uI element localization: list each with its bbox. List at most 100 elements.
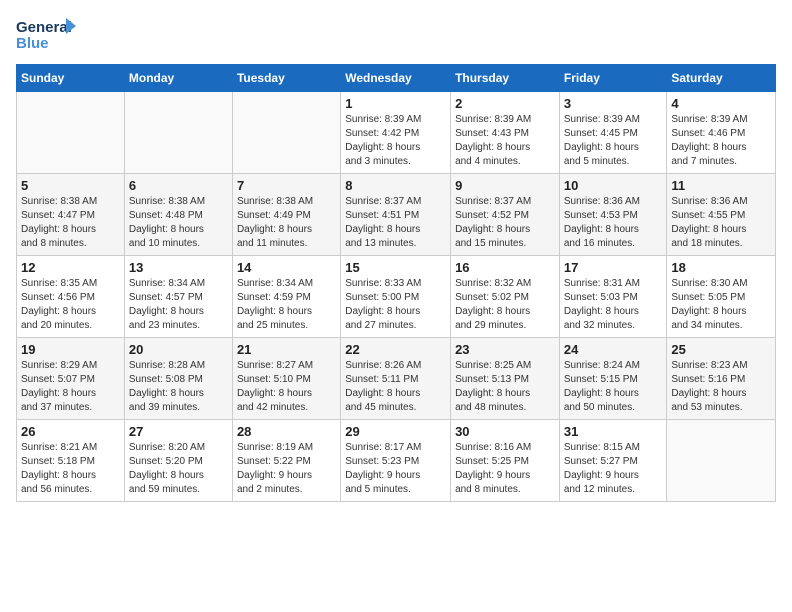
day-number: 18 (671, 260, 771, 275)
calendar-cell: 9Sunrise: 8:37 AM Sunset: 4:52 PM Daylig… (451, 174, 560, 256)
day-number: 23 (455, 342, 555, 357)
day-info: Sunrise: 8:39 AM Sunset: 4:42 PM Dayligh… (345, 113, 446, 169)
day-info: Sunrise: 8:21 AM Sunset: 5:18 PM Dayligh… (21, 441, 120, 497)
day-info: Sunrise: 8:35 AM Sunset: 4:56 PM Dayligh… (21, 277, 120, 333)
day-number: 31 (564, 424, 663, 439)
calendar-cell: 30 Sunrise: 8:16 AM Sunset: 5:25 PM Dayli… (451, 420, 560, 502)
calendar-cell: 2Sunrise: 8:39 AM Sunset: 4:43 PM Daylig… (451, 92, 560, 174)
day-number: 20 (129, 342, 228, 357)
calendar-cell: 8 Sunrise: 8:37 AM Sunset: 4:51 PM Daylig… (341, 174, 451, 256)
svg-text:Blue: Blue (16, 35, 49, 52)
svg-text:General: General (16, 19, 72, 36)
calendar-cell: 20 Sunrise: 8:28 AM Sunset: 5:08 PM Dayli… (124, 338, 232, 420)
day-info: Sunrise: 8:28 AM Sunset: 5:08 PM Dayligh… (129, 359, 228, 415)
weekday-header-monday: Monday (124, 65, 232, 92)
day-info: Sunrise: 8:24 AM Sunset: 5:15 PM Dayligh… (564, 359, 663, 415)
day-info: Sunrise: 8:27 AM Sunset: 5:10 PM Dayligh… (237, 359, 336, 415)
day-number: 8 (345, 178, 446, 193)
calendar-cell: 21 Sunrise: 8:27 AM Sunset: 5:10 PM Dayli… (232, 338, 340, 420)
day-number: 2 (455, 96, 555, 111)
day-info: Sunrise: 8:19 AM Sunset: 5:22 PM Dayligh… (237, 441, 336, 497)
day-number: 19 (21, 342, 120, 357)
calendar-table: SundayMondayTuesdayWednesdayThursdayFrid… (16, 64, 776, 502)
day-info: Sunrise: 8:29 AM Sunset: 5:07 PM Dayligh… (21, 359, 120, 415)
day-info: Sunrise: 8:38 AM Sunset: 4:47 PM Dayligh… (21, 195, 120, 251)
day-number: 9 (455, 178, 555, 193)
calendar-cell: 15Sunrise: 8:33 AM Sunset: 5:00 PM Dayli… (341, 256, 451, 338)
day-number: 16 (455, 260, 555, 275)
day-number: 28 (237, 424, 336, 439)
week-row-4: 19 Sunrise: 8:29 AM Sunset: 5:07 PM Dayli… (17, 338, 776, 420)
calendar-cell: 26Sunrise: 8:21 AM Sunset: 5:18 PM Dayli… (17, 420, 125, 502)
day-number: 22 (345, 342, 446, 357)
calendar-cell: 12 Sunrise: 8:35 AM Sunset: 4:56 PM Dayli… (17, 256, 125, 338)
calendar-header: SundayMondayTuesdayWednesdayThursdayFrid… (17, 65, 776, 92)
day-number: 12 (21, 260, 120, 275)
day-info: Sunrise: 8:16 AM Sunset: 5:25 PM Dayligh… (455, 441, 555, 497)
day-info: Sunrise: 8:30 AM Sunset: 5:05 PM Dayligh… (671, 277, 771, 333)
weekday-header-friday: Friday (559, 65, 667, 92)
calendar-cell (17, 92, 125, 174)
day-info: Sunrise: 8:34 AM Sunset: 4:57 PM Dayligh… (129, 277, 228, 333)
calendar-cell: 23 Sunrise: 8:25 AM Sunset: 5:13 PM Dayli… (451, 338, 560, 420)
calendar-cell: 6 Sunrise: 8:38 AM Sunset: 4:48 PM Daylig… (124, 174, 232, 256)
day-info: Sunrise: 8:34 AM Sunset: 4:59 PM Dayligh… (237, 277, 336, 333)
day-number: 4 (671, 96, 771, 111)
calendar-cell: 1Sunrise: 8:39 AM Sunset: 4:42 PM Daylig… (341, 92, 451, 174)
day-number: 3 (564, 96, 663, 111)
logo: GeneralBlue (16, 16, 76, 52)
day-info: Sunrise: 8:31 AM Sunset: 5:03 PM Dayligh… (564, 277, 663, 333)
calendar-body: 1Sunrise: 8:39 AM Sunset: 4:42 PM Daylig… (17, 92, 776, 502)
day-info: Sunrise: 8:36 AM Sunset: 4:55 PM Dayligh… (671, 195, 771, 251)
page-header: GeneralBlue (16, 16, 776, 52)
day-number: 6 (129, 178, 228, 193)
week-row-3: 12 Sunrise: 8:35 AM Sunset: 4:56 PM Dayli… (17, 256, 776, 338)
day-info: Sunrise: 8:20 AM Sunset: 5:20 PM Dayligh… (129, 441, 228, 497)
calendar-cell: 19 Sunrise: 8:29 AM Sunset: 5:07 PM Dayli… (17, 338, 125, 420)
weekday-header-wednesday: Wednesday (341, 65, 451, 92)
calendar-cell: 27 Sunrise: 8:20 AM Sunset: 5:20 PM Dayli… (124, 420, 232, 502)
day-info: Sunrise: 8:25 AM Sunset: 5:13 PM Dayligh… (455, 359, 555, 415)
calendar-cell: 28 Sunrise: 8:19 AM Sunset: 5:22 PM Dayli… (232, 420, 340, 502)
day-number: 30 (455, 424, 555, 439)
logo-svg: GeneralBlue (16, 16, 76, 52)
calendar-cell: 24 Sunrise: 8:24 AM Sunset: 5:15 PM Dayli… (559, 338, 667, 420)
day-number: 21 (237, 342, 336, 357)
calendar-cell: 18 Sunrise: 8:30 AM Sunset: 5:05 PM Dayli… (667, 256, 776, 338)
day-info: Sunrise: 8:36 AM Sunset: 4:53 PM Dayligh… (564, 195, 663, 251)
calendar-cell: 13 Sunrise: 8:34 AM Sunset: 4:57 PM Dayli… (124, 256, 232, 338)
week-row-5: 26Sunrise: 8:21 AM Sunset: 5:18 PM Dayli… (17, 420, 776, 502)
calendar-cell (124, 92, 232, 174)
day-number: 15 (345, 260, 446, 275)
day-info: Sunrise: 8:39 AM Sunset: 4:45 PM Dayligh… (564, 113, 663, 169)
weekday-header-thursday: Thursday (451, 65, 560, 92)
day-info: Sunrise: 8:15 AM Sunset: 5:27 PM Dayligh… (564, 441, 663, 497)
day-number: 27 (129, 424, 228, 439)
day-info: Sunrise: 8:39 AM Sunset: 4:46 PM Dayligh… (671, 113, 771, 169)
calendar-cell: 25Sunrise: 8:23 AM Sunset: 5:16 PM Dayli… (667, 338, 776, 420)
day-number: 7 (237, 178, 336, 193)
day-number: 14 (237, 260, 336, 275)
day-info: Sunrise: 8:32 AM Sunset: 5:02 PM Dayligh… (455, 277, 555, 333)
day-info: Sunrise: 8:37 AM Sunset: 4:51 PM Dayligh… (345, 195, 446, 251)
weekday-header-saturday: Saturday (667, 65, 776, 92)
calendar-cell (667, 420, 776, 502)
day-info: Sunrise: 8:26 AM Sunset: 5:11 PM Dayligh… (345, 359, 446, 415)
calendar-cell: 5Sunrise: 8:38 AM Sunset: 4:47 PM Daylig… (17, 174, 125, 256)
day-info: Sunrise: 8:38 AM Sunset: 4:48 PM Dayligh… (129, 195, 228, 251)
day-number: 24 (564, 342, 663, 357)
calendar-cell: 11Sunrise: 8:36 AM Sunset: 4:55 PM Dayli… (667, 174, 776, 256)
day-number: 29 (345, 424, 446, 439)
day-number: 17 (564, 260, 663, 275)
calendar-cell: 31 Sunrise: 8:15 AM Sunset: 5:27 PM Dayli… (559, 420, 667, 502)
weekday-header-sunday: Sunday (17, 65, 125, 92)
calendar-cell: 16 Sunrise: 8:32 AM Sunset: 5:02 PM Dayli… (451, 256, 560, 338)
calendar-cell: 10 Sunrise: 8:36 AM Sunset: 4:53 PM Dayli… (559, 174, 667, 256)
day-info: Sunrise: 8:23 AM Sunset: 5:16 PM Dayligh… (671, 359, 771, 415)
calendar-cell: 14 Sunrise: 8:34 AM Sunset: 4:59 PM Dayli… (232, 256, 340, 338)
day-number: 13 (129, 260, 228, 275)
day-info: Sunrise: 8:17 AM Sunset: 5:23 PM Dayligh… (345, 441, 446, 497)
day-number: 10 (564, 178, 663, 193)
header-row: SundayMondayTuesdayWednesdayThursdayFrid… (17, 65, 776, 92)
week-row-1: 1Sunrise: 8:39 AM Sunset: 4:42 PM Daylig… (17, 92, 776, 174)
